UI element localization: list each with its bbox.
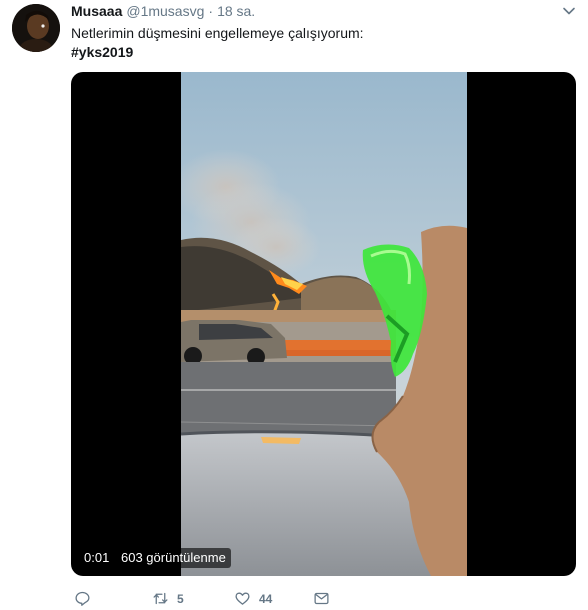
reply-icon [75, 591, 90, 606]
video-thumbnail [181, 72, 467, 576]
video-player[interactable]: 0:01 603 görüntülenme [71, 72, 576, 576]
tweet-text: Netlerimin düşmesini engellemeye çalışıy… [71, 24, 364, 62]
retweet-icon [153, 592, 168, 605]
like-count: 44 [259, 591, 273, 606]
tweet-text-line: Netlerimin düşmesini engellemeye çalışıy… [71, 25, 364, 41]
video-frame [181, 72, 467, 576]
tweet[interactable]: Musaaa @1musasvg · 18 sa. Netlerimin düş… [0, 0, 588, 607]
tweet-header: Musaaa @1musasvg · 18 sa. [71, 3, 255, 21]
like-button[interactable]: 44 [234, 590, 272, 607]
video-views-badge: 603 görüntülenme [116, 548, 231, 568]
retweet-button[interactable]: 5 [152, 590, 184, 607]
video-duration-badge: 0:01 [79, 548, 115, 568]
heart-icon [235, 592, 250, 605]
message-icon [314, 592, 329, 605]
author-name[interactable]: Musaaa [71, 3, 122, 19]
chevron-down-icon[interactable] [562, 4, 576, 18]
author-handle[interactable]: @1musasvg [126, 3, 204, 19]
separator-dot: · [208, 3, 214, 19]
avatar-image [12, 4, 60, 52]
avatar[interactable] [12, 4, 60, 52]
direct-message-button[interactable] [313, 590, 330, 607]
retweet-count: 5 [177, 591, 184, 606]
reply-button[interactable] [74, 590, 99, 607]
tweet-time[interactable]: 18 sa. [217, 3, 255, 19]
hashtag-link[interactable]: #yks2019 [71, 43, 364, 62]
tweet-actions: 5 44 [71, 590, 551, 610]
